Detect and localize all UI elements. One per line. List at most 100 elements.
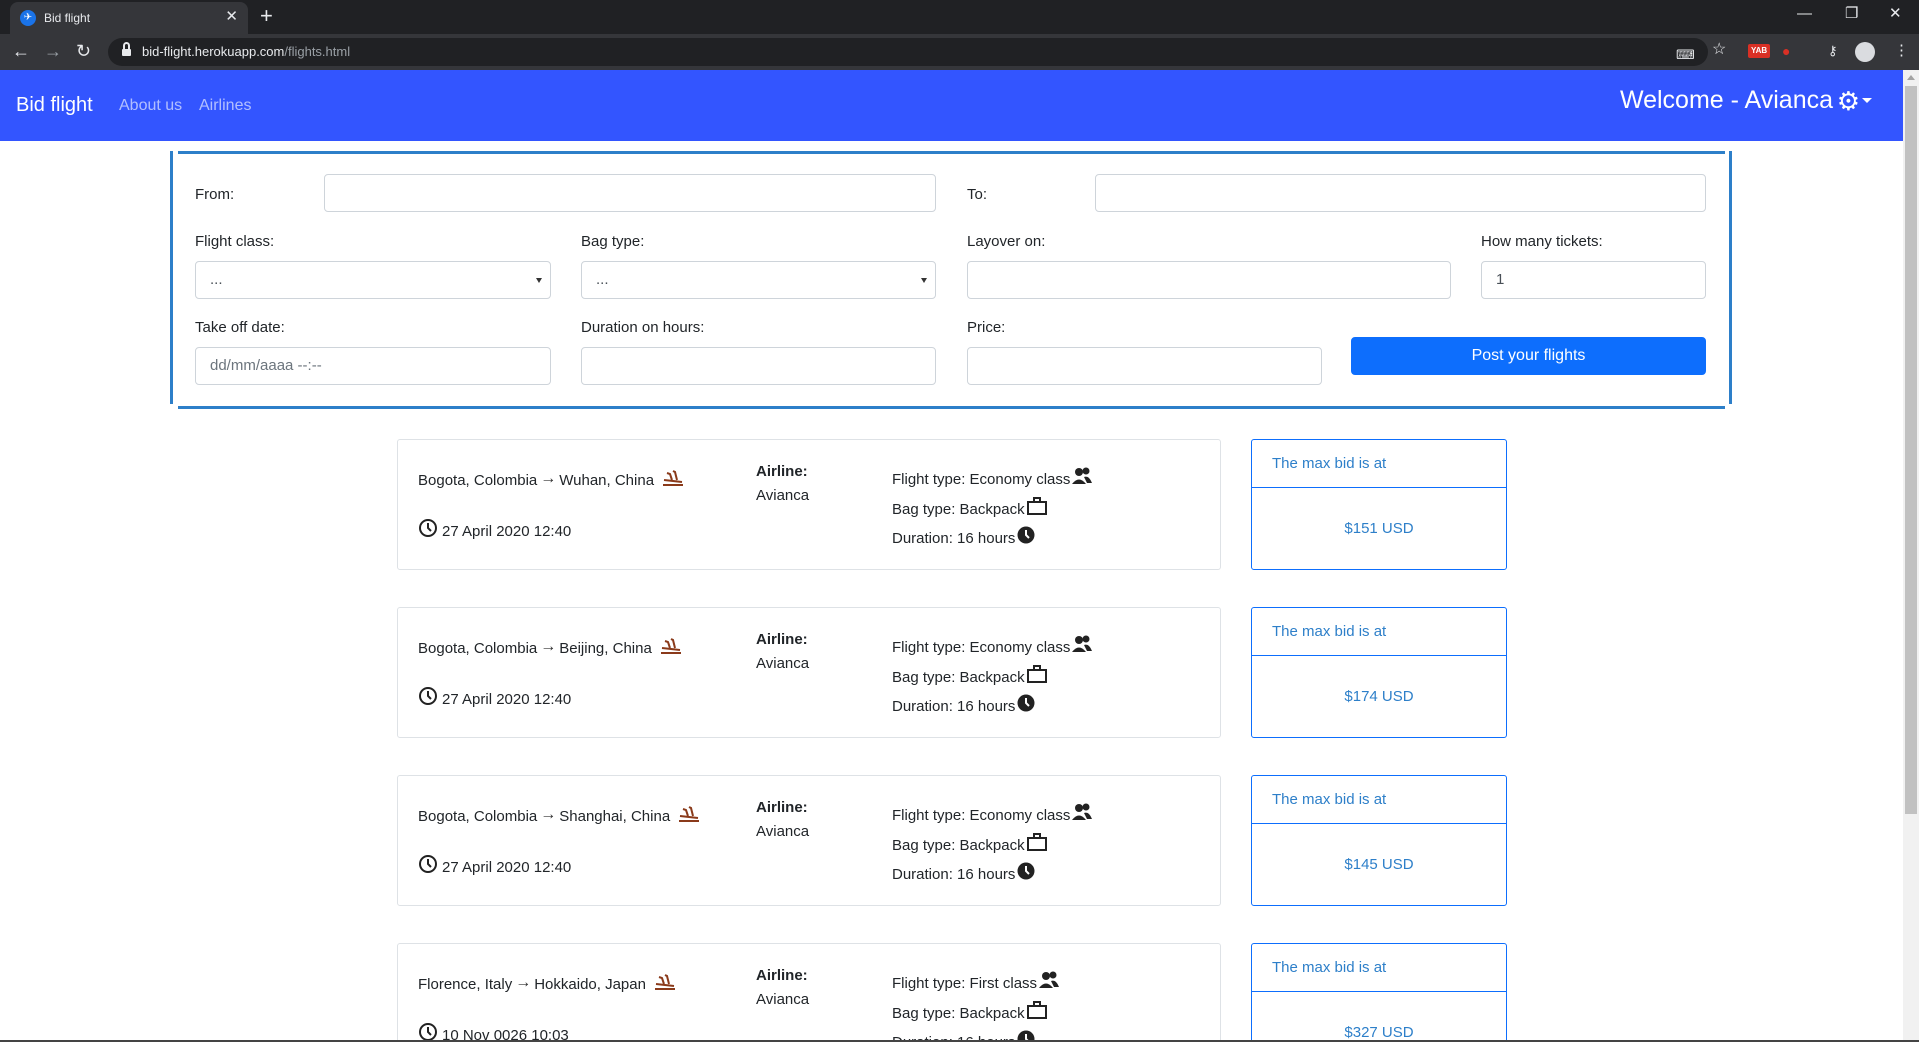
forward-arrow-icon[interactable]: → (44, 41, 62, 61)
bag-type: Bag type: Backpack (892, 497, 1048, 518)
duration-label: Duration on hours: (581, 319, 705, 336)
duration: Duration: 16 hours (892, 862, 1038, 883)
flight-type: Flight type: Economy class (892, 803, 1093, 824)
flight-route: Bogota, Colombia → Wuhan, China (418, 467, 684, 489)
extension-icon[interactable]: ● (1782, 43, 1790, 59)
minimize-window-button[interactable]: — (1797, 5, 1812, 23)
duration: Duration: 16 hours (892, 526, 1038, 547)
flight-date: 27 April 2020 12:40 (418, 518, 571, 540)
bid-label: The max bid is at (1252, 608, 1506, 656)
arrow-right-icon: → (515, 974, 532, 991)
bag-type-select[interactable]: ... (581, 261, 936, 299)
bid-label: The max bid is at (1252, 776, 1506, 824)
bookmark-star-icon[interactable]: ☆ (1712, 42, 1726, 58)
bag-type: Bag type: Backpack (892, 833, 1048, 854)
from-label: From: (195, 186, 235, 203)
tickets-input[interactable]: 1 (1481, 261, 1706, 299)
chevron-down-icon[interactable] (1862, 98, 1872, 103)
price-input[interactable] (967, 347, 1322, 385)
flight-date: 27 April 2020 12:40 (418, 686, 571, 708)
flight-card: Bogota, Colombia → Beijing, China 27 April… (397, 607, 1221, 738)
bag-type: Bag type: Backpack (892, 665, 1048, 686)
close-tab-icon[interactable]: ✕ (225, 9, 238, 25)
bid-box[interactable]: The max bid is at $145 USD (1251, 775, 1507, 906)
flight-card: Bogota, Colombia → Wuhan, China 27 April 2… (397, 439, 1221, 570)
origin-city: Bogota, Colombia (418, 472, 538, 489)
bag-type-text: Bag type: Backpack (892, 501, 1025, 518)
clock-icon (1017, 526, 1035, 544)
arrow-right-icon: → (540, 638, 557, 655)
destination-city: Beijing, China (559, 640, 652, 657)
airline-label: Airline: (756, 463, 808, 480)
airplane-landing-icon (679, 806, 700, 822)
flight-type: Flight type: First class (892, 971, 1060, 992)
airplane-favicon-icon: ✈ (20, 10, 36, 26)
bid-box[interactable]: The max bid is at $174 USD (1251, 607, 1507, 738)
airline-label: Airline: (756, 799, 808, 816)
browser-tab[interactable]: ✈ Bid flight ✕ (10, 2, 248, 34)
airplane-landing-icon (660, 638, 681, 654)
translate-icon[interactable]: ⌨ (1676, 47, 1695, 63)
origin-city: Florence, Italy (418, 976, 513, 993)
scroll-up-icon[interactable] (1907, 75, 1915, 80)
briefcase-icon (1026, 833, 1047, 851)
profile-avatar[interactable] (1855, 42, 1875, 62)
bag-type-label: Bag type: (581, 233, 645, 250)
brand-link[interactable]: Bid flight (16, 94, 93, 117)
flight-date-text: 27 April 2020 12:40 (442, 691, 572, 708)
people-icon (1072, 467, 1093, 484)
site-navbar: Bid flight About us Airlines Welcome - A… (0, 70, 1903, 141)
airline-label: Airline: (756, 967, 808, 984)
bid-box[interactable]: The max bid is at $327 USD (1251, 943, 1507, 1042)
flight-type: Flight type: Economy class (892, 635, 1093, 656)
duration-text: Duration: 16 hours (892, 530, 1016, 547)
flight-type: Flight type: Economy class (892, 467, 1093, 488)
arrow-right-icon: → (540, 806, 557, 823)
bid-amount: $174 USD (1344, 688, 1414, 705)
bid-label: The max bid is at (1252, 944, 1506, 992)
airplane-landing-icon (655, 974, 676, 990)
bag-type-text: Bag type: Backpack (892, 669, 1025, 686)
tickets-label: How many tickets: (1481, 233, 1603, 250)
post-flights-button[interactable]: Post your flights (1351, 337, 1706, 375)
close-window-button[interactable]: ✕ (1889, 5, 1902, 23)
flight-type-text: Flight type: Economy class (892, 639, 1071, 656)
bag-type: Bag type: Backpack (892, 1001, 1048, 1022)
page-scrollbar[interactable] (1903, 70, 1919, 1042)
flight-date: 10 Nov 0026 10:03 (418, 1022, 569, 1042)
origin-city: Bogota, Colombia (418, 640, 538, 657)
nav-link-about-us[interactable]: About us (119, 97, 182, 115)
address-bar[interactable]: bid-flight.herokuapp.com/flights.html ⌨ (108, 38, 1708, 66)
layover-input[interactable] (967, 261, 1451, 299)
flight-date-text: 27 April 2020 12:40 (442, 523, 572, 540)
flight-class-select[interactable]: ... (195, 261, 551, 299)
from-input[interactable] (324, 174, 936, 212)
new-tab-button[interactable]: + (260, 5, 273, 27)
duration-input[interactable] (581, 347, 936, 385)
reload-icon[interactable]: ↻ (76, 41, 91, 61)
people-icon (1072, 803, 1093, 820)
nav-link-airlines[interactable]: Airlines (199, 97, 251, 115)
restore-window-button[interactable]: ❐ (1845, 5, 1858, 23)
airplane-landing-icon (663, 470, 684, 486)
extension-badge[interactable]: YAB (1748, 44, 1771, 58)
back-arrow-icon[interactable]: ← (12, 41, 30, 61)
takeoff-date-input[interactable]: dd/mm/aaaa --:-- (195, 347, 551, 385)
layover-label: Layover on: (967, 233, 1046, 250)
flight-route: Bogota, Colombia → Shanghai, China (418, 803, 700, 825)
menu-dots-icon[interactable]: ⋮ (1894, 43, 1909, 59)
welcome-text: Welcome - Avianca (1619, 86, 1833, 114)
clock-icon (1017, 862, 1035, 880)
flight-type-text: Flight type: Economy class (892, 807, 1071, 824)
key-icon[interactable]: ⚷ (1828, 43, 1838, 59)
scroll-thumb[interactable] (1905, 86, 1917, 814)
to-input[interactable] (1095, 174, 1706, 212)
gear-icon[interactable]: ⚙ (1837, 88, 1860, 114)
airline-name: Avianca (756, 655, 810, 672)
bid-amount: $151 USD (1344, 520, 1414, 537)
app-root: ✈ Bid flight ✕ + — ❐ ✕ ← → ↻ bid-flight.… (0, 0, 1919, 1042)
destination-city: Wuhan, China (559, 472, 655, 489)
destination-city: Hokkaido, Japan (534, 976, 646, 993)
form-bottom-rule (178, 406, 1725, 409)
bid-box[interactable]: The max bid is at $151 USD (1251, 439, 1507, 570)
